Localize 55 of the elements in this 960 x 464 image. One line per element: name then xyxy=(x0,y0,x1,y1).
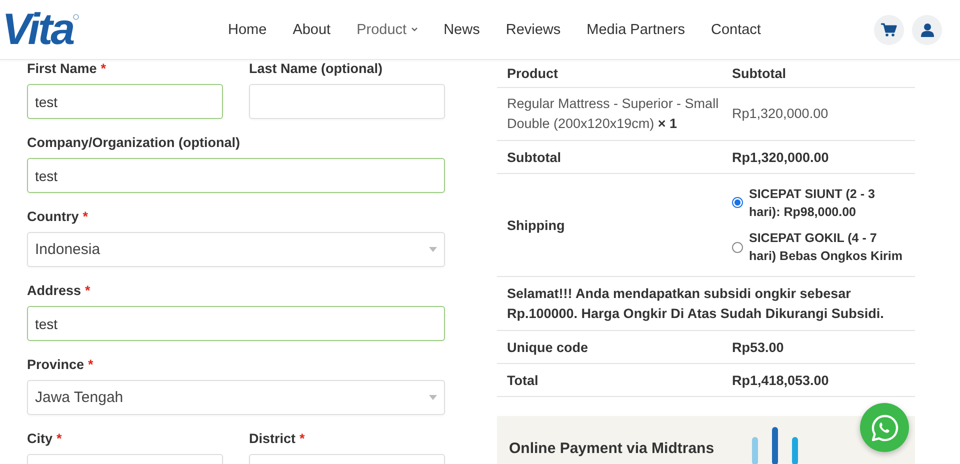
dropdown-arrow-icon xyxy=(429,247,437,252)
cart-button[interactable] xyxy=(874,14,904,44)
line-amount: Rp1,320,000.00 xyxy=(732,105,830,124)
input-field[interactable]: test xyxy=(27,84,223,119)
vita-logo[interactable]: Vita xyxy=(2,8,74,52)
select-field[interactable]: Jawa Tengah xyxy=(27,380,445,415)
chat-bubble-icon xyxy=(870,414,898,442)
row-amount: Rp1,418,053.00 xyxy=(732,372,830,388)
input-field[interactable] xyxy=(249,84,445,119)
field-label: Last Name (optional) xyxy=(249,61,383,78)
subsidy-notice: Selamat!!! Anda mendapatkan subsidi ongkir sebesar Rp.100000. Harga Ongkir Di Atas Sudah Dikurangi Subsidi. xyxy=(507,285,885,323)
user-icon xyxy=(920,22,934,36)
row-label: Unique code xyxy=(507,340,590,355)
required-mark: * xyxy=(300,431,305,448)
registered-icon xyxy=(73,14,80,20)
required-mark: * xyxy=(82,209,88,226)
input-field[interactable]: test xyxy=(27,306,445,341)
required-mark: * xyxy=(56,431,62,448)
shipping-option[interactable]: SICEPAT GOKIL (4 - 7 hari) Bebas Ongkos Kirim xyxy=(732,229,905,266)
product-name: Regular Mattress - Superior - Small Double (200x120x19cm) × 1 xyxy=(507,95,720,133)
dropdown-arrow-icon xyxy=(429,395,437,400)
column-header: Subtotal xyxy=(732,66,787,81)
account-button[interactable] xyxy=(912,14,942,44)
input-field[interactable]: test xyxy=(27,158,445,193)
radio-button[interactable] xyxy=(732,242,743,253)
radio-button[interactable] xyxy=(732,197,743,208)
row-label: Subtotal xyxy=(507,150,562,164)
nav-link[interactable]: Home xyxy=(228,22,267,38)
payment-title: Online Payment via Midtrans xyxy=(509,440,714,457)
required-mark: * xyxy=(85,283,90,300)
nav-link[interactable]: Contact xyxy=(710,22,761,38)
select-field[interactable]: Indonesia xyxy=(27,232,445,267)
column-header: Product xyxy=(507,66,560,81)
row-amount: Rp1,320,000.00 xyxy=(732,150,830,164)
shipping-option[interactable]: SICEPAT SIUNT (2 - 3 hari): Rp98,000.00 xyxy=(732,184,905,221)
row-amount: Rp53.00 xyxy=(732,340,785,355)
field-label: First Name xyxy=(27,61,97,78)
field-label: Address xyxy=(27,283,82,300)
nav-link[interactable]: News xyxy=(444,22,480,38)
field-label: Province xyxy=(27,357,84,374)
required-mark: * xyxy=(88,357,94,374)
nav-link[interactable]: Media Partners xyxy=(586,22,685,38)
field-label: City xyxy=(27,431,53,448)
row-label: Total xyxy=(507,372,540,388)
field-label: Company/Organization (optional) xyxy=(27,135,240,152)
whatsapp-button[interactable] xyxy=(860,403,909,452)
nav-link[interactable]: Product xyxy=(356,22,418,38)
field-label: District xyxy=(249,431,296,448)
caret-icon xyxy=(410,27,418,32)
cart-icon xyxy=(881,22,897,36)
field-label: Country xyxy=(27,209,79,226)
nav-link[interactable]: About xyxy=(292,22,331,38)
row-label: Shipping xyxy=(507,218,566,232)
nav-link[interactable]: Reviews xyxy=(506,22,561,38)
required-mark: * xyxy=(100,61,106,78)
